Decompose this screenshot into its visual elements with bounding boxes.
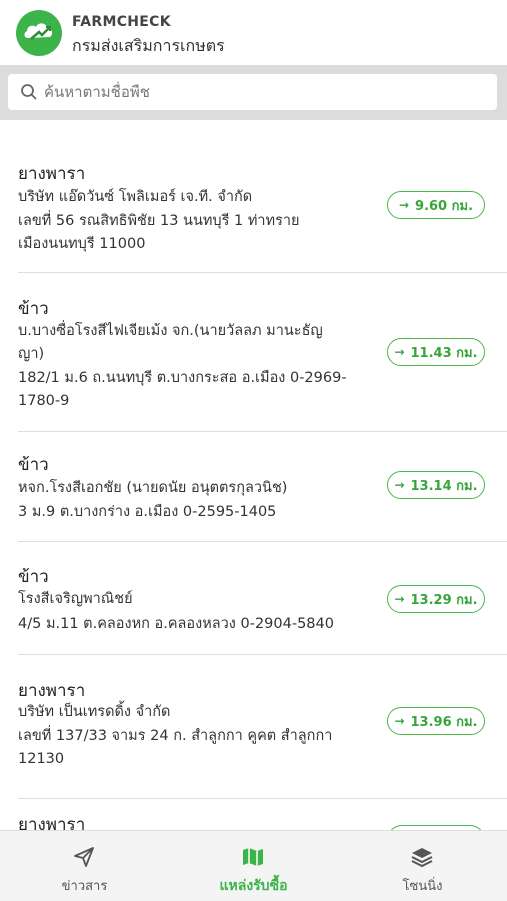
distance-badge[interactable]: → 13.14 กม. bbox=[387, 471, 485, 499]
list-item[interactable]: ยางพารา bbox=[0, 799, 507, 830]
list-item[interactable]: ยางพารา บริษัท แอ๊ดวันซ์ โพลิเมอร์ เจ.ที… bbox=[0, 120, 507, 273]
search-box[interactable] bbox=[8, 74, 497, 110]
layers-icon bbox=[411, 848, 433, 868]
app-header: FARMCHECK กรมส่งเสริมการเกษตร bbox=[0, 0, 507, 65]
address-line: 12130 bbox=[18, 751, 65, 767]
distance-value: 11.43 กม. bbox=[410, 345, 478, 361]
address-line: 4/5 ม.11 ต.คลองหก อ.คลองหลวง 0-2904-5840 bbox=[18, 616, 334, 632]
distance-badge[interactable]: → 13.29 กม. bbox=[387, 585, 485, 613]
address-line: เลขที่ 137/33 จามร 24 ก. สำลูกกา คูคต สำ… bbox=[18, 728, 333, 744]
farmcheck-logo bbox=[16, 10, 62, 56]
search-bar bbox=[0, 65, 507, 120]
nav-news[interactable]: ข่าวสาร bbox=[0, 831, 169, 901]
distance-badge[interactable]: → 11.43 กม. bbox=[387, 338, 485, 366]
arrow-right-icon: → bbox=[394, 714, 405, 728]
buyer-name: บริษัท แอ๊ดวันซ์ โพลิเมอร์ เจ.ที. จำกัด bbox=[18, 189, 253, 205]
nav-news-label: ข่าวสาร bbox=[61, 879, 108, 894]
address-line: 1780-9 bbox=[18, 393, 70, 409]
list-item[interactable]: ข้าว หจก.โรงสีเอกชัย (นายดนัย อนุตตรกุลว… bbox=[0, 431, 507, 543]
paper-plane-icon bbox=[74, 847, 94, 867]
crop-type: ข้าว bbox=[18, 299, 49, 319]
nav-sources-label: แหล่งรับซื้อ bbox=[219, 878, 288, 894]
buyer-name: บริษัท เป็นเทรดดิ้ง จำกัด bbox=[18, 704, 171, 720]
map-icon bbox=[243, 848, 263, 866]
nav-zoning-label: โซนนิ่ง bbox=[402, 879, 443, 894]
nav-sources[interactable]: แหล่งรับซื้อ bbox=[169, 831, 338, 901]
buyer-name-cont: ญา) bbox=[18, 346, 45, 362]
nav-zoning[interactable]: โซนนิ่ง bbox=[338, 831, 507, 901]
crop-type: ยางพารา bbox=[18, 815, 86, 830]
search-icon bbox=[21, 84, 37, 100]
crop-type: ข้าว bbox=[18, 567, 49, 587]
distance-value: 13.14 กม. bbox=[410, 478, 478, 494]
buyer-name: หจก.โรงสีเอกชัย (นายดนัย อนุตตรกุลวนิช) bbox=[18, 480, 288, 496]
distance-value: 13.96 กม. bbox=[410, 714, 478, 730]
address-line: เมืองนนทบุรี 11000 bbox=[18, 236, 146, 252]
address-line: 3 ม.9 ต.บางกร่าง อ.เมือง 0-2595-1405 bbox=[18, 504, 277, 520]
list-item[interactable]: ข้าว บ.บางซื่อโรงสีไฟเจียเม้ง จก.(นายวัล… bbox=[0, 273, 507, 433]
arrow-right-icon: → bbox=[394, 345, 405, 359]
distance-value: 13.29 กม. bbox=[410, 592, 478, 608]
address-line: 182/1 ม.6 ถ.นนทบุรี ต.บางกระสอ อ.เมือง 0… bbox=[18, 370, 347, 386]
crop-type: ยางพารา bbox=[18, 164, 86, 184]
distance-badge[interactable]: → 13.96 กม. bbox=[387, 707, 485, 735]
arrow-right-icon: → bbox=[394, 478, 405, 492]
crop-type: ข้าว bbox=[18, 455, 49, 475]
list-item[interactable]: ข้าว โรงสีเจริญพาณิชย์ 4/5 ม.11 ต.คลองหก… bbox=[0, 541, 507, 655]
bottom-nav: ข่าวสาร แหล่งรับซื้อ โซนนิ่ง bbox=[0, 830, 507, 901]
list-item[interactable]: ยางพารา บริษัท เป็นเทรดดิ้ง จำกัด เลขที่… bbox=[0, 654, 507, 799]
arrow-right-icon: → bbox=[394, 592, 405, 606]
buyer-list: ยางพารา บริษัท แอ๊ดวันซ์ โพลิเมอร์ เจ.ที… bbox=[0, 120, 507, 830]
crop-type: ยางพารา bbox=[18, 681, 86, 701]
buyer-name: บ.บางซื่อโรงสีไฟเจียเม้ง จก.(นายวัลลภ มา… bbox=[18, 323, 323, 339]
brand-name-en: FARMCHECK bbox=[72, 14, 171, 30]
arrow-right-icon: → bbox=[398, 198, 410, 212]
buyer-name: โรงสีเจริญพาณิชย์ bbox=[18, 591, 133, 607]
distance-value: 9.60 กม. bbox=[415, 198, 474, 214]
search-input[interactable] bbox=[44, 74, 484, 110]
address-line: เลขที่ 56 รณสิทธิพิชัย 13 นนทบุรี 1 ท่าท… bbox=[18, 213, 300, 229]
brand-name-th: กรมส่งเสริมการเกษตร bbox=[72, 36, 225, 55]
distance-badge[interactable]: → 9.60 กม. bbox=[387, 191, 485, 219]
